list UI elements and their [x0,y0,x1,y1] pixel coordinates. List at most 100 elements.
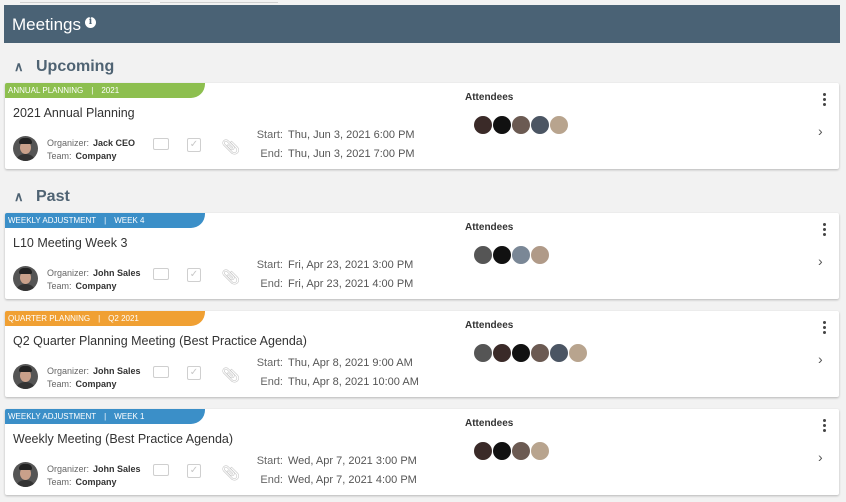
start-label: Start: [256,357,283,369]
attendee-avatar[interactable] [473,441,493,461]
attendee-avatar[interactable] [473,343,493,363]
team-label: Team: [47,379,72,389]
tag-type: WEEKLY ADJUSTMENT [8,216,97,225]
meeting-type-tag: WEEKLY ADJUSTMENT | WEEK 1 [5,409,205,424]
more-vertical-icon[interactable] [821,93,827,108]
attendee-avatar[interactable] [492,115,512,135]
attendee-avatar[interactable] [549,343,569,363]
meeting-card[interactable]: ANNUAL PLANNING | 2021 2021 Annual Planning… [5,83,839,169]
attendee-avatar[interactable] [530,245,550,265]
meeting-title[interactable]: Weekly Meeting (Best Practice Agenda) [13,432,233,446]
organizer-avatar [13,462,38,487]
attendee-avatar[interactable] [511,343,531,363]
meetings-header: Meetings i [4,5,840,43]
comment-icon[interactable] [153,138,169,150]
tag-period: Q2 2021 [108,314,139,323]
meeting-title[interactable]: L10 Meeting Week 3 [13,236,127,250]
chevron-right-icon[interactable]: › [818,449,823,465]
attendee-avatar[interactable] [492,441,512,461]
start-time: Thu, Jun 3, 2021 6:00 PM [288,129,415,141]
end-time: Thu, Apr 8, 2021 10:00 AM [288,376,419,388]
end-time: Fri, Apr 23, 2021 4:00 PM [288,278,414,290]
chevron-right-icon[interactable]: › [818,123,823,139]
more-vertical-icon[interactable] [821,419,827,434]
attendee-avatar[interactable] [511,245,531,265]
team-name: Company [75,151,117,161]
comment-icon[interactable] [153,268,169,280]
end-label: End: [260,148,283,160]
organizer-name: John Sales [93,366,141,376]
comment-icon[interactable] [153,366,169,378]
end-label: End: [260,474,283,486]
meeting-title[interactable]: Q2 Quarter Planning Meeting (Best Practi… [13,334,307,348]
meeting-times: Start: Thu, Jun 3, 2021 6:00 PM End: Thu, J… [225,126,415,164]
tab-stub[interactable] [160,0,278,3]
start-time: Thu, Apr 8, 2021 9:00 AM [288,357,413,369]
organizer-info: Organizer: John Sales Team: Company [47,365,141,391]
organizer-avatar [13,266,38,291]
meeting-type-tag: ANNUAL PLANNING | 2021 [5,83,205,98]
attendee-avatar[interactable] [473,245,493,265]
checklist-icon[interactable]: ✓ [187,268,201,282]
meeting-card[interactable]: QUARTER PLANNING | Q2 2021 Q2 Quarter Plann… [5,311,839,397]
tag-type: QUARTER PLANNING [8,314,91,323]
organizer-label: Organizer: [47,366,90,376]
end-label: End: [260,278,283,290]
section-title: Past [36,188,70,205]
attendee-avatar[interactable] [530,343,550,363]
attendee-avatar[interactable] [530,115,550,135]
section-upcoming[interactable]: ∧ Upcoming [14,58,114,76]
start-label: Start: [256,259,283,271]
checklist-icon[interactable]: ✓ [187,464,201,478]
info-circle-icon[interactable]: i [85,17,96,28]
page-title: Meetings [12,15,81,34]
attendee-avatar[interactable] [473,115,493,135]
meeting-card[interactable]: WEEKLY ADJUSTMENT | WEEK 1 Weekly Meeting (… [5,409,839,495]
organizer-avatar [13,364,38,389]
start-label: Start: [256,455,283,467]
attendees-label: Attendees [465,222,514,233]
chevron-up-icon: ∧ [14,59,24,74]
start-time: Fri, Apr 23, 2021 3:00 PM [288,259,414,271]
tab-stub[interactable] [20,0,150,3]
checklist-icon[interactable]: ✓ [187,138,201,152]
meeting-type-tag: QUARTER PLANNING | Q2 2021 [5,311,205,326]
start-label: Start: [256,129,283,141]
organizer-name: John Sales [93,464,141,474]
checklist-icon[interactable]: ✓ [187,366,201,380]
attendee-avatar[interactable] [511,115,531,135]
meeting-times: Start: Wed, Apr 7, 2021 3:00 PM End: Wed, A… [225,452,417,490]
team-label: Team: [47,281,72,291]
attendee-avatar[interactable] [492,245,512,265]
meeting-title[interactable]: 2021 Annual Planning [13,106,135,120]
organizer-info: Organizer: Jack CEO Team: Company [47,137,135,163]
chevron-right-icon[interactable]: › [818,351,823,367]
meeting-card[interactable]: WEEKLY ADJUSTMENT | WEEK 4 L10 Meeting Week… [5,213,839,299]
section-past[interactable]: ∧ Past [14,188,70,206]
organizer-label: Organizer: [47,464,90,474]
attendee-avatar[interactable] [549,115,569,135]
tag-period: WEEK 4 [114,216,145,225]
attendee-avatar[interactable] [492,343,512,363]
end-time: Wed, Apr 7, 2021 4:00 PM [288,474,417,486]
organizer-label: Organizer: [47,138,90,148]
tag-period: 2021 [101,86,120,95]
tag-separator: | [104,216,107,225]
chevron-up-icon: ∧ [14,189,24,204]
organizer-name: Jack CEO [93,138,136,148]
attendees-label: Attendees [465,92,514,103]
attendee-avatar[interactable] [511,441,531,461]
attendee-avatar[interactable] [530,441,550,461]
comment-icon[interactable] [153,464,169,476]
team-name: Company [75,477,117,487]
tag-type: WEEKLY ADJUSTMENT [8,412,97,421]
meeting-times: Start: Thu, Apr 8, 2021 9:00 AM End: Thu, A… [225,354,419,392]
meeting-times: Start: Fri, Apr 23, 2021 3:00 PM End: Fri, … [225,256,414,294]
tag-separator: | [98,314,101,323]
attendee-avatar[interactable] [568,343,588,363]
chevron-right-icon[interactable]: › [818,253,823,269]
tag-period: WEEK 1 [114,412,145,421]
tag-separator: | [104,412,107,421]
more-vertical-icon[interactable] [821,223,827,238]
more-vertical-icon[interactable] [821,321,827,336]
